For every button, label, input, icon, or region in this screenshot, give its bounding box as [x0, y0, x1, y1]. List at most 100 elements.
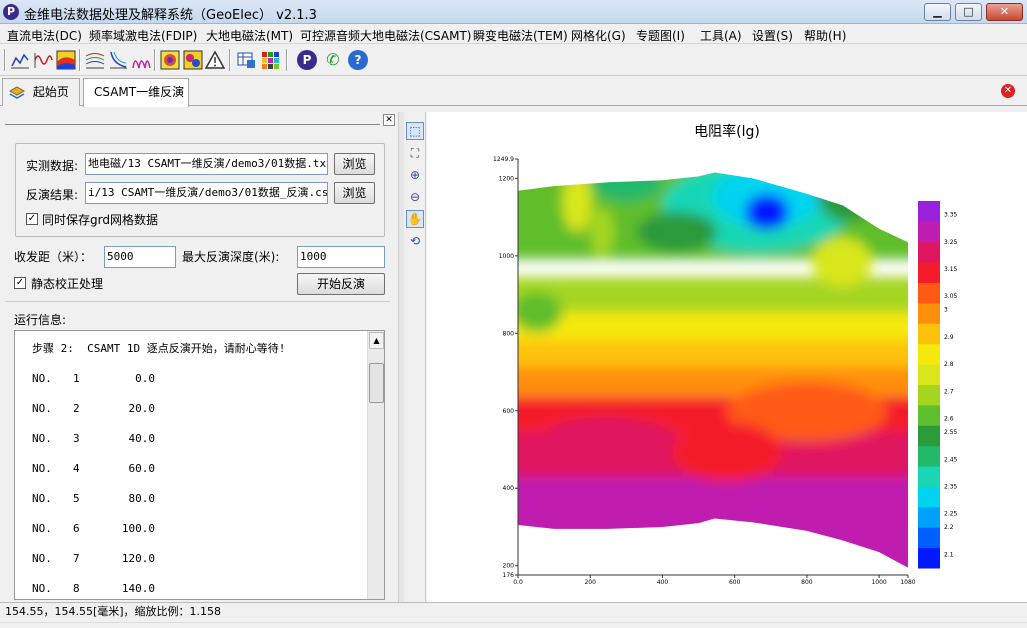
colorbar-label: 3.35	[944, 212, 958, 219]
tab-label: CSAMT一维反演	[94, 85, 185, 99]
colorbar-swatch	[918, 343, 940, 365]
multi-curve-icon[interactable]	[85, 50, 105, 70]
grid-color-icon[interactable]	[183, 50, 203, 70]
log-n: 5	[73, 492, 80, 505]
status-bar: 154.55，154.55[毫米]，缩放比例：1.158	[0, 602, 1027, 622]
log-row: NO. 1 0.0	[15, 364, 365, 394]
colorbar-swatch	[918, 506, 940, 528]
static-correction-checkbox[interactable]: ✓	[14, 277, 26, 289]
app-logo-icon: P	[3, 4, 19, 20]
log-n: 4	[73, 462, 80, 475]
x-tick-label: 200	[584, 579, 596, 586]
ruler-icon[interactable]: ⬚	[406, 122, 424, 140]
save-grd-label: 同时保存grd网格数据	[42, 213, 158, 227]
log-n: 2	[73, 402, 80, 415]
x-tick-label: 600	[729, 579, 741, 586]
color-map-icon[interactable]	[56, 50, 76, 70]
log-output[interactable]: 步骤 2: CSAMT 1D 逐点反演开始，请耐心等待! NO. 1 0.0 NO. 2…	[14, 330, 385, 600]
maximize-button[interactable]: □	[955, 3, 982, 21]
close-tab-icon[interactable]: ✕	[1001, 84, 1015, 98]
colorbar-swatch	[918, 302, 940, 324]
colorbar-swatch	[918, 282, 940, 304]
menu-help[interactable]: 帮助(H)	[804, 27, 846, 44]
pan-hand-icon[interactable]: ✋	[406, 210, 424, 228]
menu-bar: 直流电法(DC) 频率域激电法(FDIP) 大地电磁法(MT) 可控源音频大地电…	[0, 24, 1027, 44]
log-n: 3	[73, 432, 80, 445]
result-file-label: 反演结果:	[26, 188, 79, 202]
tab-csamt-inversion[interactable]: CSAMT一维反演	[83, 78, 189, 107]
colorbar-label: 2.9	[944, 334, 954, 341]
log-n: 8	[73, 582, 80, 595]
log-row: NO. 7 120.0	[15, 544, 365, 574]
log-v: 0.0	[135, 372, 155, 385]
profile-curve-icon[interactable]	[10, 50, 30, 70]
menu-fdip[interactable]: 频率域激电法(FDIP)	[89, 27, 197, 44]
log-tag: NO.	[32, 372, 52, 385]
y-tick-label: 1000	[499, 253, 514, 260]
toolbar-separator	[79, 49, 81, 71]
colorbar-label: 3	[944, 307, 948, 314]
colorbar-swatch	[918, 384, 940, 406]
log-tag: NO.	[32, 522, 52, 535]
browse-result-button[interactable]: 浏览	[334, 182, 375, 204]
section-divider	[5, 301, 390, 302]
log-row: NO. 2 20.0	[15, 394, 365, 424]
tab-start-page[interactable]: 起始页	[2, 78, 80, 106]
x-tick-label: 0.0	[513, 579, 523, 586]
result-file-input[interactable]: i/13 CSAMT一维反演/demo3/01数据_反演.csv	[85, 182, 328, 204]
colorbar-swatch	[918, 201, 940, 222]
log-v: 40.0	[128, 432, 156, 445]
sounding-curve-icon[interactable]	[108, 50, 128, 70]
log-v: 120.0	[121, 552, 155, 565]
color-grid-icon[interactable]	[260, 50, 280, 70]
menu-tem[interactable]: 瞬变电磁法(TEM)	[473, 27, 568, 44]
menu-tools[interactable]: 工具(A)	[700, 27, 742, 44]
max-depth-input[interactable]: 1000	[297, 246, 385, 268]
log-v: 140.0	[121, 582, 155, 595]
window-bottom-edge	[0, 622, 1027, 628]
scroll-up-icon[interactable]: ▲	[369, 332, 384, 349]
phone-contact-icon[interactable]: ✆	[323, 50, 343, 70]
save-grd-checkbox[interactable]: ✓	[26, 213, 38, 225]
zoom-out-icon[interactable]: ⊖	[406, 188, 424, 206]
close-panel-icon[interactable]: ✕	[383, 114, 395, 126]
colorbar-swatch	[918, 466, 940, 487]
app-logo-icon[interactable]: P	[297, 50, 317, 70]
tab-bar: 起始页 CSAMT一维反演	[0, 76, 1027, 107]
static-correction-label: 静态校正处理	[31, 277, 104, 291]
help-icon[interactable]: ?	[348, 50, 368, 70]
warning-triangle-icon[interactable]	[204, 50, 226, 70]
plot-area[interactable]: 电阻率(lg) 1249.9 1200 1000 800 600 400 200 176 0.0…	[427, 112, 1027, 602]
contour-map-icon[interactable]	[160, 50, 180, 70]
resistivity-section-chart: 1249.9 1200 1000 800 600 400 200 1760.0 200 400 60…	[493, 156, 958, 586]
start-inversion-button[interactable]: 开始反演	[297, 273, 385, 295]
menu-settings[interactable]: 设置(S)	[752, 27, 793, 44]
wave-curve-icon[interactable]	[33, 50, 53, 70]
zoom-in-icon[interactable]: ⊕	[406, 166, 424, 184]
refresh-icon[interactable]: ⟲	[406, 232, 424, 250]
scroll-thumb[interactable]	[369, 363, 384, 403]
distance-input[interactable]: 5000	[104, 246, 176, 268]
menu-thematic[interactable]: 专题图(I)	[636, 27, 685, 44]
menu-dc[interactable]: 直流电法(DC)	[7, 27, 82, 44]
menu-grid[interactable]: 网格化(G)	[571, 27, 626, 44]
colorbar-swatch	[918, 547, 940, 569]
close-window-button[interactable]: ✕	[986, 3, 1023, 21]
minimize-button[interactable]: ▁	[924, 3, 951, 21]
browse-data-button[interactable]: 浏览	[334, 153, 375, 175]
log-scrollbar[interactable]: ▲	[367, 331, 384, 599]
menu-mt[interactable]: 大地电磁法(MT)	[206, 27, 293, 44]
panel-divider	[5, 124, 380, 125]
toolbar-separator	[229, 49, 231, 71]
colorbar-swatch	[918, 364, 940, 385]
export-table-icon[interactable]	[236, 50, 256, 70]
title-bar: P 金维电法数据处理及解释系统（GeoElec） v2.1.3 ▁ □ ✕	[0, 0, 1027, 24]
fit-extent-icon[interactable]: ⛶	[406, 144, 424, 162]
log-n: 1	[73, 372, 80, 385]
pseudo-section-icon[interactable]	[131, 50, 151, 70]
colorbar-swatch	[918, 323, 940, 345]
menu-csamt[interactable]: 可控源音频大地电磁法(CSAMT)	[300, 27, 471, 44]
distance-label: 收发距（米）：	[14, 250, 93, 264]
data-file-input[interactable]: 地电磁/13 CSAMT一维反演/demo3/01数据.txt	[85, 153, 328, 175]
y-tick-label: 400	[503, 485, 515, 492]
